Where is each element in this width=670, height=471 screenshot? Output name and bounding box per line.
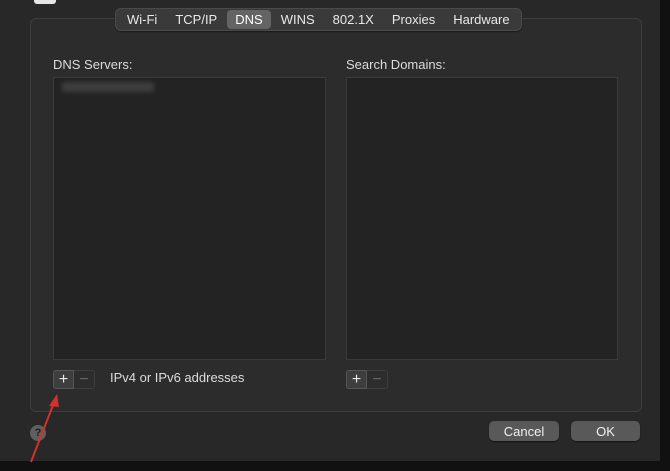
- remove-search-domain-button[interactable]: −: [367, 370, 388, 389]
- tab-wins[interactable]: WINS: [273, 10, 323, 29]
- network-dialog: DNS Servers: Search Domains: + − IPv4 or…: [0, 0, 670, 471]
- dns-servers-list[interactable]: [53, 77, 326, 360]
- ok-button[interactable]: OK: [571, 421, 640, 441]
- cancel-button[interactable]: Cancel: [489, 421, 559, 441]
- tab-hardware[interactable]: Hardware: [445, 10, 517, 29]
- dns-servers-hint: IPv4 or IPv6 addresses: [110, 370, 245, 385]
- tab-tcpip[interactable]: TCP/IP: [167, 10, 225, 29]
- dns-servers-add-remove: + −: [53, 370, 95, 389]
- dns-panel: DNS Servers: Search Domains: + − IPv4 or…: [30, 18, 642, 412]
- tab-dns[interactable]: DNS: [227, 10, 271, 29]
- dns-server-entry-redacted[interactable]: [62, 82, 154, 92]
- window-edge: [0, 461, 670, 471]
- tab-bar: Wi-Fi TCP/IP DNS WINS 802.1X Proxies Har…: [115, 8, 522, 31]
- search-domains-add-remove: + −: [346, 370, 388, 389]
- add-dns-server-button[interactable]: +: [53, 370, 74, 389]
- search-domains-label: Search Domains:: [346, 57, 446, 72]
- add-search-domain-button[interactable]: +: [346, 370, 367, 389]
- help-icon[interactable]: ?: [30, 425, 46, 441]
- remove-dns-server-button[interactable]: −: [74, 370, 95, 389]
- search-domains-list[interactable]: [346, 77, 618, 360]
- dns-servers-label: DNS Servers:: [53, 57, 133, 72]
- window-top-control[interactable]: [34, 0, 56, 4]
- tab-proxies[interactable]: Proxies: [384, 10, 443, 29]
- tab-8021x[interactable]: 802.1X: [325, 10, 382, 29]
- window-edge: [660, 0, 670, 471]
- tab-wifi[interactable]: Wi-Fi: [119, 10, 165, 29]
